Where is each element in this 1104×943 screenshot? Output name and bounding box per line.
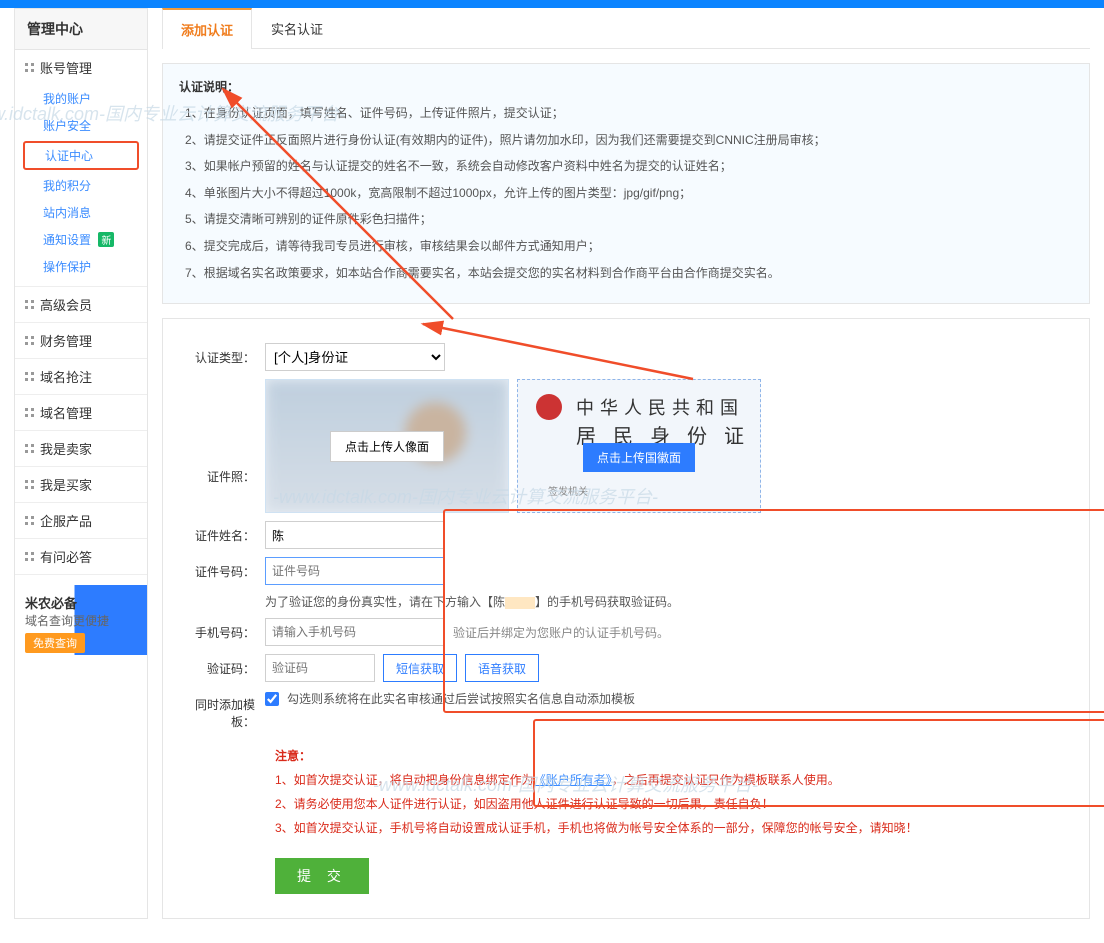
instruction-item: 3、如果帐户预留的姓名与认证提交的姓名不一致，系统会自动修改客户资料中姓名为提交… [185,156,1073,178]
sidebar-item-verify-center-wrap: 认证中心 [23,141,139,170]
sidebar-group-finance[interactable]: 财务管理 [15,323,147,358]
instructions-panel: 认证说明： 1、在身份认证页面，填写姓名、证件号码，上传证件照片，提交认证； 2… [162,63,1090,304]
upload-back-button[interactable]: 点击上传国徽面 [583,443,695,472]
grid-icon [25,300,34,309]
promo-line1: 米农必备 [25,593,147,612]
id-country: 中华人民共和国 [576,394,744,420]
group-label: 财务管理 [40,331,92,350]
instructions-title: 认证说明： [179,78,1073,95]
photo-label: 证件照： [179,408,265,485]
template-hint: 勾选则系统将在此实名审核通过后尝试按照实名信息自动添加模板 [287,690,635,707]
main-content: 添加认证 实名认证 -www.idctalk.com-国内专业云计算交流服务平台… [162,8,1090,919]
grid-icon [25,63,34,72]
promo-line2: 域名查询更便捷 [25,612,147,629]
instruction-item: 6、提交完成后，请等待我司专员进行审核，审核结果会以邮件方式通知用户； [185,236,1073,258]
instruction-item: 4、单张图片大小不得超过1000k，宽高限制不超过1000px，允许上传的图片类… [185,183,1073,205]
auth-type-select[interactable]: [个人]身份证 [265,343,445,371]
badge-new: 新 [98,232,114,247]
owner-link[interactable]: 《账户所有者》 [534,773,612,787]
verify-tip: 为了验证您的身份真实性，请在下方输入【陈】的手机号码获取验证码。 [265,593,679,610]
upload-back-box[interactable]: 中华人民共和国 居 民 身 份 证 点击上传国徽面 签发机关 [517,379,761,513]
sidebar-item-label: 通知设置 [43,233,91,247]
sidebar-item-my-account[interactable]: 我的账户 [15,85,147,112]
id-issuer-label: 签发机关 [548,483,588,498]
sms-code-button[interactable]: 短信获取 [383,654,457,682]
group-label: 域名抢注 [40,367,92,386]
sidebar-item-messages[interactable]: 站内消息 [15,199,147,226]
emblem-icon [536,394,562,420]
tab-add-auth[interactable]: 添加认证 [162,8,252,49]
upload-front-box[interactable]: 点击上传人像面 [265,379,509,513]
notice-item: 2、请务必使用您本人证件进行认证，如因盗用他人证件进行认证导致的一切后果，责任自… [275,792,1073,816]
tabs: 添加认证 实名认证 [162,8,1090,49]
group-label: 高级会员 [40,295,92,314]
sidebar-title: 管理中心 [15,9,147,50]
group-label: 域名管理 [40,403,92,422]
instruction-item: 1、在身份认证页面，填写姓名、证件号码，上传证件照片，提交认证； [185,103,1073,125]
submit-button[interactable]: 提 交 [275,858,369,894]
sidebar-group-domain[interactable]: 域名管理 [15,395,147,430]
sidebar: 管理中心 账号管理 我的账户 账户安全 认证中心 我的积分 站内消息 通知设置 … [14,8,148,919]
group-label: 企服产品 [40,511,92,530]
sidebar-group-bid[interactable]: 域名抢注 [15,359,147,394]
sidebar-group-buyer[interactable]: 我是买家 [15,467,147,502]
promo-banner: 米农必备 域名查询更便捷 免费查询 [15,585,147,655]
grid-icon [25,552,34,561]
grid-icon [25,480,34,489]
grid-icon [25,372,34,381]
promo-button[interactable]: 免费查询 [25,633,85,653]
notice-item: 3、如首次提交认证，手机号将自动设置成认证手机，手机也将做为帐号安全体系的一部分… [275,816,1073,840]
sidebar-group-account[interactable]: 账号管理 [15,50,147,85]
group-label: 账号管理 [40,58,92,77]
template-label: 同时添加模板： [179,690,265,730]
sidebar-item-my-points[interactable]: 我的积分 [15,172,147,199]
group-label: 有问必答 [40,547,92,566]
instruction-item: 7、根据域名实名政策要求，如本站合作商需要实名，本站会提交您的实名材料到合作商平… [185,263,1073,285]
auth-form: 认证类型： [个人]身份证 证件照： 点击上传人像面 中华人民共和 [162,318,1090,919]
id-number-input[interactable] [265,557,445,585]
phone-hint: 验证后并绑定为您账户的认证手机号码。 [453,624,669,641]
group-label: 我是买家 [40,475,92,494]
instruction-item: 2、请提交证件正反面照片进行身份认证(有效期内的证件)，照片请勿加水印，因为我们… [185,130,1073,152]
group-label: 我是卖家 [40,439,92,458]
name-input[interactable] [265,521,445,549]
code-label: 验证码： [179,654,265,677]
sidebar-item-verify-center[interactable]: 认证中心 [45,144,93,168]
template-checkbox[interactable] [265,692,279,706]
grid-icon [25,336,34,345]
sidebar-group-qa[interactable]: 有问必答 [15,539,147,574]
verify-code-input[interactable] [265,654,375,682]
sidebar-group-vip[interactable]: 高级会员 [15,287,147,322]
name-label: 证件姓名： [179,521,265,544]
type-label: 认证类型： [179,343,265,366]
sidebar-item-op-protect[interactable]: 操作保护 [15,253,147,280]
grid-icon [25,408,34,417]
sidebar-item-notify[interactable]: 通知设置 新 [15,226,147,253]
notice-item: 1、如首次提交认证，将自动把身份信息绑定作为《账户所有者》，之后再提交认证只作为… [275,768,1073,792]
grid-icon [25,516,34,525]
sidebar-item-account-security[interactable]: 账户安全 [15,112,147,139]
num-label: 证件号码： [179,557,265,580]
phone-input[interactable] [265,618,445,646]
phone-label: 手机号码： [179,618,265,641]
voice-code-button[interactable]: 语音获取 [465,654,539,682]
grid-icon [25,444,34,453]
notice-title: 注意： [275,744,1073,768]
tab-realname-auth[interactable]: 实名认证 [252,8,342,49]
upload-front-button[interactable]: 点击上传人像面 [330,431,444,462]
notice-block: 注意： 1、如首次提交认证，将自动把身份信息绑定作为《账户所有者》，之后再提交认… [275,744,1073,840]
instruction-item: 5、请提交清晰可辨别的证件原件彩色扫描件； [185,209,1073,231]
sidebar-group-enterprise[interactable]: 企服产品 [15,503,147,538]
sidebar-group-seller[interactable]: 我是卖家 [15,431,147,466]
